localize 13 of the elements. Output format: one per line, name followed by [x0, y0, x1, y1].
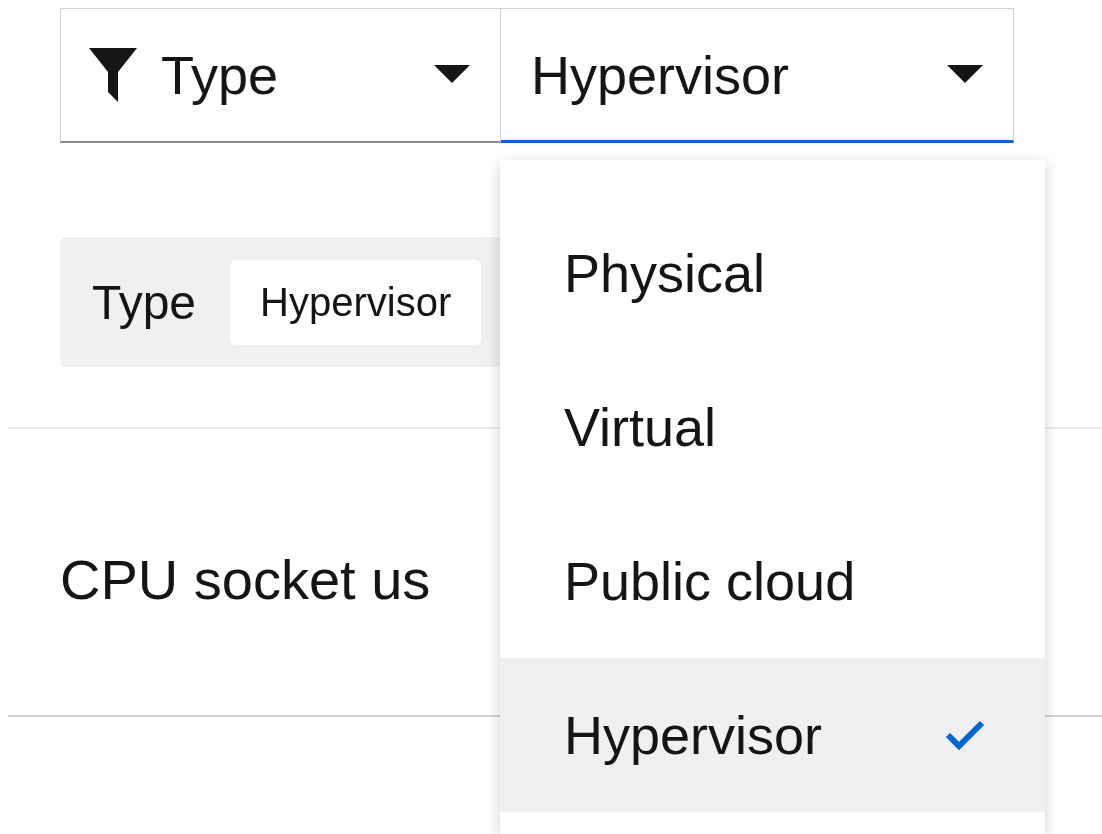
filter-icon — [87, 46, 139, 104]
caret-icon — [947, 64, 983, 85]
chip-category-label: Type — [92, 274, 197, 330]
menu-item[interactable]: Physical — [500, 196, 1045, 350]
menu-item[interactable]: Virtual — [500, 350, 1045, 504]
type-select[interactable]: Hypervisor — [501, 8, 1014, 143]
filter-type-dropdown[interactable]: Type — [60, 8, 501, 143]
filter-chip[interactable]: Hypervisor — [230, 259, 482, 345]
section-heading: CPU socket us — [60, 547, 431, 612]
check-icon — [945, 720, 985, 750]
menu-item[interactable]: Hypervisor — [500, 658, 1045, 812]
menu-item[interactable]: Public cloud — [500, 504, 1045, 658]
caret-icon — [434, 65, 470, 85]
